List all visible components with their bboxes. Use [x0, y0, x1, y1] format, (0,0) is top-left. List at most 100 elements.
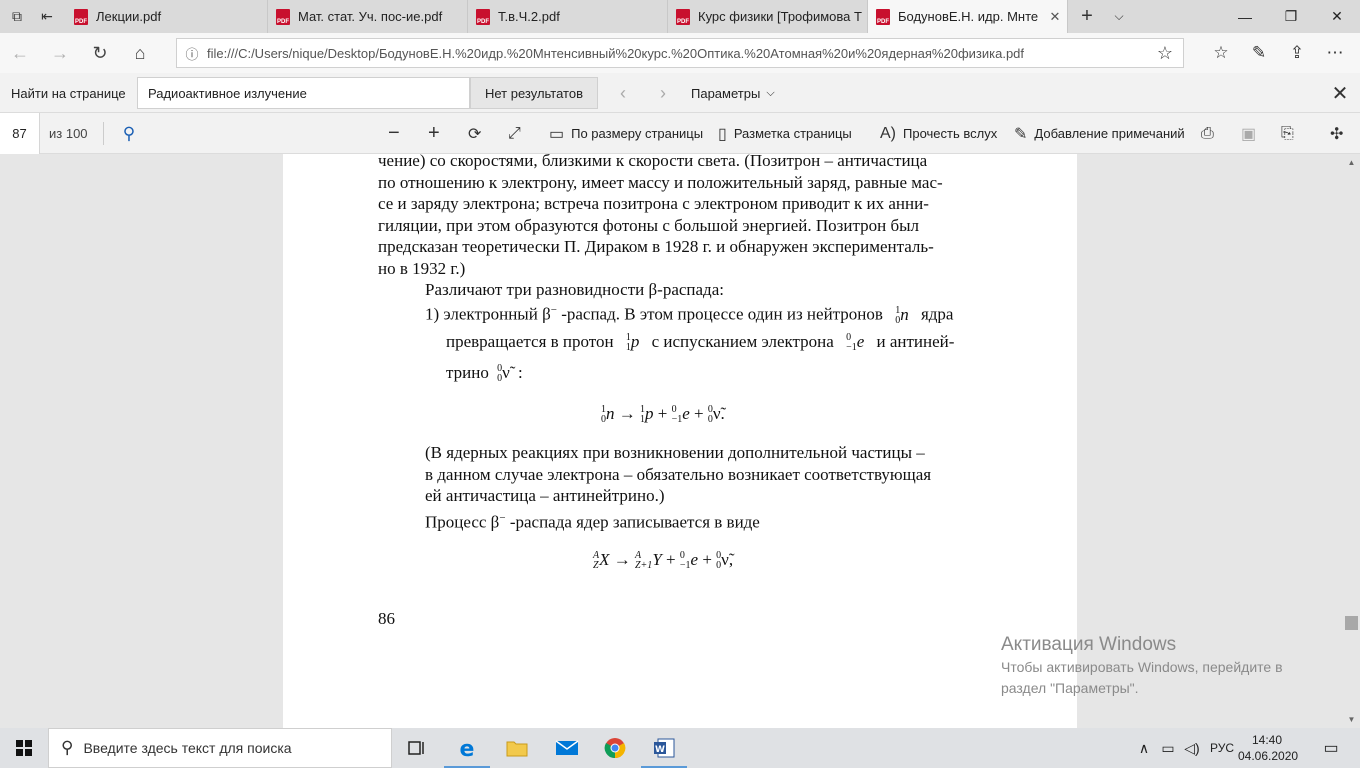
show-hidden-icons-chevron-icon[interactable]: ∧	[1134, 728, 1154, 768]
page-number: 86	[378, 609, 395, 628]
task-view-icon[interactable]	[392, 728, 442, 768]
general-decay-equation: AZX → A Z+1 Y + 0 −1 e + 0 0 ν̃,	[593, 550, 734, 572]
tab-actions-icon[interactable]: ⧉	[2, 0, 32, 33]
search-icon: ⚲	[61, 738, 74, 757]
rotate-icon[interactable]: ⟳	[468, 113, 488, 154]
read-aloud-button[interactable]: A) Прочесть вслух	[880, 113, 997, 154]
process-line: Процесс β− -распада ядер записывается в …	[425, 512, 760, 532]
print-icon[interactable]: ⎙	[1201, 113, 1221, 154]
address-text[interactable]: file:///C:/Users/nique/Desktop/БодуновЕ.…	[207, 46, 1147, 61]
pdf-toolbar: 87 из 100 ⚲ − + ⟳ ⤢ ▭ По размеру страниц…	[0, 113, 1360, 154]
windows-start-icon[interactable]	[0, 728, 48, 768]
watermark-title: Активация Windows	[1001, 634, 1177, 655]
tab-physics-course[interactable]: PDF Курс физики [Трофимова Т	[668, 0, 868, 33]
edge-app-icon[interactable]: e	[442, 728, 492, 768]
restore-icon[interactable]: ❐	[1268, 0, 1314, 33]
pen-icon: ✎	[1014, 125, 1028, 143]
electron-symbol: 0 −1 e	[846, 332, 865, 354]
item1-line2: превращается в протон 11p с испусканием …	[446, 332, 955, 354]
toolbar-divider	[103, 122, 104, 145]
scroll-up-icon[interactable]: ▲	[1343, 154, 1360, 171]
neutron-symbol: 10n	[895, 304, 909, 326]
save-icon[interactable]: ▣	[1241, 113, 1263, 154]
find-params-button[interactable]: Параметры ⌵	[691, 73, 775, 113]
clock-date: 04.06.2020	[1238, 749, 1299, 763]
svg-text:e: e	[460, 737, 475, 760]
volume-icon[interactable]: ◁)	[1182, 728, 1202, 768]
window-close-icon[interactable]: ✕	[1314, 0, 1360, 33]
text-line: се и заряду электрона; встреча позитрона…	[378, 194, 929, 214]
address-bar-row: ← → ↻ ⌂ ⓘ file:///C:/Users/nique/Desktop…	[0, 33, 1360, 73]
page-count: из 100	[49, 126, 88, 141]
fit-to-page-label: По размеру страницы	[571, 126, 704, 141]
back-icon[interactable]: ←	[0, 33, 40, 73]
favorite-star-icon[interactable]: ☆	[1147, 43, 1183, 64]
tab-lectures[interactable]: PDF Лекции.pdf	[66, 0, 268, 33]
vertical-scrollbar[interactable]: ▲ ▼	[1343, 154, 1360, 728]
tab-mat-stat[interactable]: PDF Мат. стат. Уч. пос-ие.pdf	[268, 0, 468, 33]
favorites-hub-icon[interactable]: ☆	[1202, 33, 1240, 73]
find-next-icon[interactable]: ›	[648, 73, 678, 113]
save-as-icon[interactable]: ⎘	[1281, 113, 1301, 154]
taskbar: ⚲ Введите здесь текст для поиска e W ∧ ▭…	[0, 728, 1360, 768]
scrollbar-thumb[interactable]	[1345, 616, 1358, 630]
pdf-icon: PDF	[676, 8, 690, 25]
paragraph: (В ядерных реакциях при возникновении до…	[425, 442, 983, 507]
find-close-icon[interactable]: ✕	[1326, 73, 1354, 113]
find-label: Найти на странице	[11, 85, 126, 101]
tab-tv[interactable]: PDF Т.в.Ч.2.pdf	[468, 0, 668, 33]
text-line: но в 1932 г.)	[378, 258, 466, 278]
site-info-icon[interactable]: ⓘ	[177, 44, 207, 63]
pin-toolbar-icon[interactable]: ✣	[1330, 113, 1350, 154]
full-screen-icon[interactable]: ⤢	[508, 113, 528, 154]
scroll-down-icon[interactable]: ▼	[1343, 711, 1360, 728]
tab-title: Мат. стат. Уч. пос-ие.pdf	[298, 9, 443, 24]
tab-title: БодуновЕ.Н. идр. Мнте	[898, 9, 1039, 24]
word-app-icon[interactable]: W	[639, 728, 689, 768]
svg-text:W: W	[655, 745, 665, 755]
tab-preview-chevron-icon[interactable]: ⌵	[1104, 0, 1134, 33]
address-field[interactable]: ⓘ file:///C:/Users/nique/Desktop/Бодунов…	[176, 38, 1184, 68]
find-bar: Найти на странице Радиоактивное излучени…	[0, 73, 1360, 113]
text-line: гиляции, при этом образуются фотоны с бо…	[378, 215, 920, 235]
chrome-app-icon[interactable]	[590, 728, 640, 768]
file-explorer-icon[interactable]	[492, 728, 542, 768]
add-notes-button[interactable]: ✎ Добавление примечаний	[1014, 113, 1185, 154]
page-number-input[interactable]: 87	[0, 113, 40, 154]
notifications-icon[interactable]: ▭	[1316, 728, 1346, 768]
find-prev-icon[interactable]: ‹	[608, 73, 638, 113]
taskbar-search-input[interactable]: ⚲ Введите здесь текст для поиска	[48, 728, 392, 768]
close-tab-icon[interactable]: ✕	[1043, 9, 1067, 25]
watermark-line: раздел "Параметры".	[1001, 680, 1139, 696]
tab-title: Лекции.pdf	[96, 9, 162, 24]
more-icon[interactable]: ⋯	[1316, 33, 1354, 73]
antineutrino-symbol: 0 0 ν̃	[497, 363, 510, 385]
set-aside-tabs-icon[interactable]: ⇤	[32, 0, 62, 33]
zoom-in-icon[interactable]: +	[428, 113, 447, 154]
pdf-page: чение) со скоростями, близкими к скорост…	[283, 154, 1077, 728]
system-clock[interactable]: 14:40 04.06.2020	[1238, 732, 1299, 764]
new-tab-icon[interactable]: +	[1072, 0, 1102, 33]
search-icon[interactable]: ⚲	[117, 113, 141, 154]
home-icon[interactable]: ⌂	[120, 33, 160, 73]
item1-line3: трино 0 0 ν̃ :	[446, 363, 523, 385]
pen-icon[interactable]: ✎	[1240, 33, 1278, 73]
minimize-icon[interactable]: —	[1222, 0, 1268, 33]
network-icon[interactable]: ▭	[1158, 728, 1178, 768]
clock-time: 14:40	[1251, 733, 1283, 747]
beta-decay-equation: 10n → 11p + 0 −1 e + 0 0 ν̃.	[601, 404, 725, 426]
language-indicator[interactable]: РУС	[1206, 728, 1238, 768]
refresh-icon[interactable]: ↻	[80, 33, 120, 73]
tab-bar: ⧉ ⇤ PDF Лекции.pdf PDF Мат. стат. Уч. по…	[0, 0, 1360, 33]
text-line: предсказан теоретически П. Дираком в 192…	[378, 237, 934, 257]
text-line: ей античастица – антинейтрино.)	[425, 486, 665, 506]
fit-to-page-button[interactable]: ▭ По размеру страницы	[549, 113, 703, 154]
pdf-icon: PDF	[876, 8, 890, 25]
page-layout-button[interactable]: ▯ Разметка страницы	[718, 113, 852, 154]
forward-icon[interactable]: →	[40, 33, 80, 73]
mail-app-icon[interactable]	[542, 728, 592, 768]
tab-bodunov[interactable]: PDF БодуновЕ.Н. идр. Мнте ✕	[868, 0, 1068, 33]
find-input[interactable]: Радиоактивное излучение	[137, 77, 470, 109]
zoom-out-icon[interactable]: −	[388, 113, 407, 154]
share-icon[interactable]: ⇪	[1278, 33, 1316, 73]
